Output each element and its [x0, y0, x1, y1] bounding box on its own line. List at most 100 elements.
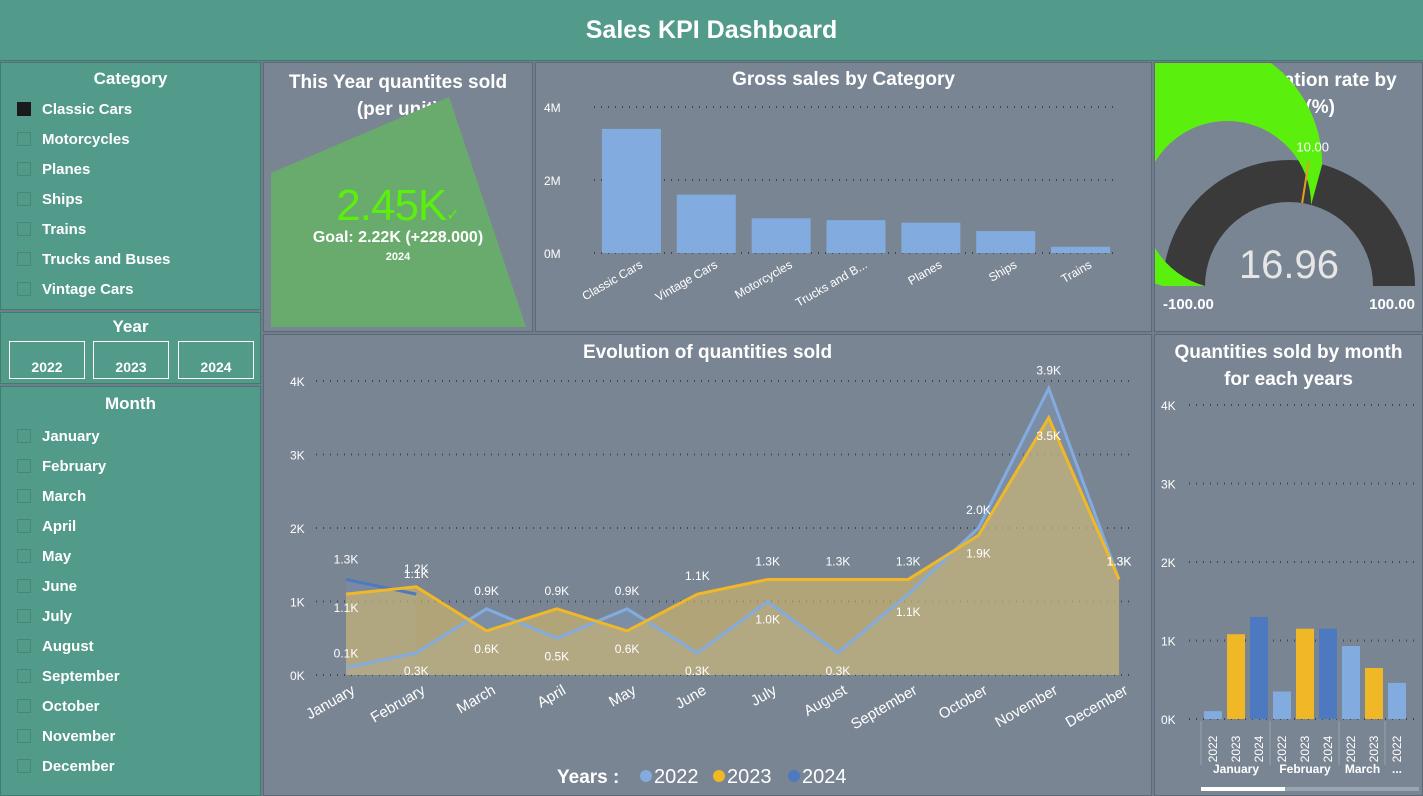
category-option-trains[interactable]: Trains: [17, 219, 86, 239]
checkbox-icon[interactable]: [17, 729, 31, 743]
scrollbar-track[interactable]: [1285, 787, 1419, 791]
gross-sales-panel: Gross sales by Category 0M 2M 4M Classic Ca…: [535, 62, 1152, 332]
x-tick-label: 2024: [1321, 735, 1335, 762]
y-tick-label: 1K: [1161, 635, 1176, 649]
bar[interactable]: [601, 128, 661, 253]
y-tick-label: 3K: [290, 449, 305, 463]
check-icon: ✓: [446, 207, 460, 224]
data-label: 1.3K: [1107, 554, 1132, 568]
legend-label[interactable]: 2023: [727, 766, 772, 788]
checkbox-icon[interactable]: [17, 699, 31, 713]
x-tick-label: December: [1063, 682, 1131, 731]
legend-label[interactable]: 2022: [654, 766, 699, 788]
category-option-trucks-and-buses[interactable]: Trucks and Buses: [17, 249, 170, 269]
category-option-label: Motorcycles: [42, 130, 130, 148]
checkbox-icon[interactable]: [17, 252, 31, 266]
month-option-march[interactable]: March: [17, 486, 86, 506]
x-tick-label: 2022: [1206, 735, 1220, 762]
checkbox-icon[interactable]: [17, 759, 31, 773]
month-option-august[interactable]: August: [17, 636, 94, 656]
checkbox-icon[interactable]: [17, 549, 31, 563]
month-option-november[interactable]: November: [17, 726, 115, 746]
y-tick-label: 0K: [290, 669, 305, 683]
checkbox-icon[interactable]: [17, 282, 31, 296]
group-label: March: [1345, 762, 1380, 776]
month-option-december[interactable]: December: [17, 756, 115, 776]
monthly-quantities-panel: Quantities sold by month for each years …: [1154, 334, 1423, 796]
bar[interactable]: [1388, 682, 1406, 719]
checkbox-icon[interactable]: [17, 192, 31, 206]
month-option-label: June: [42, 577, 78, 595]
checkbox-icon[interactable]: [17, 669, 31, 683]
gauge-target-label: 10.00: [1296, 140, 1329, 155]
checkbox-icon[interactable]: [17, 459, 31, 473]
month-option-july[interactable]: July: [17, 606, 72, 626]
y-tick-label: 2K: [290, 522, 305, 536]
bar[interactable]: [676, 194, 736, 253]
bar[interactable]: [1227, 634, 1245, 719]
month-option-october[interactable]: October: [17, 696, 100, 716]
x-tick-label: May: [606, 681, 639, 710]
x-tick-label: February: [368, 681, 429, 726]
y-tick-label: 4K: [290, 375, 305, 389]
gauge-min-label: -100.00: [1163, 296, 1214, 313]
bar[interactable]: [976, 231, 1036, 253]
bar[interactable]: [901, 222, 961, 253]
monthly-quantities-chart: 0K1K2K3K4K2022 2023 2024January2022 2023 202…: [1161, 399, 1419, 791]
checkbox-icon[interactable]: [17, 579, 31, 593]
checkbox-icon[interactable]: [17, 609, 31, 623]
checkbox-icon[interactable]: [17, 429, 31, 443]
month-option-label: January: [42, 427, 100, 445]
bar[interactable]: [1296, 628, 1314, 719]
bar[interactable]: [751, 218, 811, 253]
kpi-year: 2024: [385, 251, 411, 263]
x-tick-label: September: [848, 682, 920, 733]
year-button-2023[interactable]: 2023: [93, 341, 169, 379]
year-button-2024[interactable]: 2024: [178, 341, 254, 379]
data-label: 0.6K: [615, 642, 640, 656]
data-label: 0.9K: [544, 584, 569, 598]
checkbox-icon[interactable]: [17, 102, 31, 116]
month-option-february[interactable]: February: [17, 456, 106, 476]
bar[interactable]: [1342, 645, 1360, 719]
x-tick-label: 2024: [1252, 735, 1266, 762]
bar[interactable]: [1273, 691, 1291, 719]
area-2023: [346, 417, 1119, 675]
checkbox-icon[interactable]: [17, 162, 31, 176]
bar[interactable]: [1051, 246, 1111, 253]
data-label: 1.3K: [755, 554, 780, 568]
bar[interactable]: [1365, 667, 1383, 719]
data-label: 1.3K: [334, 552, 359, 566]
x-tick-label: 2023: [1229, 735, 1243, 762]
month-option-june[interactable]: June: [17, 576, 77, 596]
data-label: 2.0K: [966, 503, 991, 517]
x-tick-label: 2023: [1367, 735, 1381, 762]
month-option-january[interactable]: January: [17, 426, 100, 446]
scrollbar-thumb[interactable]: [1201, 787, 1285, 791]
checkbox-icon[interactable]: [17, 489, 31, 503]
year-button-2022[interactable]: 2022: [9, 341, 85, 379]
category-option-vintage-cars[interactable]: Vintage Cars: [17, 279, 133, 299]
bar[interactable]: [1204, 711, 1222, 719]
month-option-label: March: [42, 487, 87, 505]
category-option-motorcycles[interactable]: Motorcycles: [17, 129, 130, 149]
bar[interactable]: [1319, 628, 1337, 719]
category-option-planes[interactable]: Planes: [17, 159, 90, 179]
x-tick-label: 2022: [1390, 735, 1404, 762]
bar[interactable]: [826, 220, 886, 253]
checkbox-icon[interactable]: [17, 222, 31, 236]
data-label: 1.1K: [404, 567, 429, 581]
bar[interactable]: [1250, 616, 1268, 719]
category-option-ships[interactable]: Ships: [17, 189, 83, 209]
checkbox-icon[interactable]: [17, 132, 31, 146]
data-label: 1.3K: [826, 554, 851, 568]
legend-label[interactable]: 2024: [802, 766, 847, 788]
x-tick-label: 2022: [1344, 735, 1358, 762]
checkbox-icon[interactable]: [17, 639, 31, 653]
month-option-april[interactable]: April: [17, 516, 76, 536]
category-option-classic-cars[interactable]: Classic Cars: [17, 99, 132, 119]
checkbox-icon[interactable]: [17, 519, 31, 533]
x-tick-label: Ships: [986, 257, 1019, 284]
month-option-september[interactable]: September: [17, 666, 120, 686]
month-option-may[interactable]: May: [17, 546, 71, 566]
